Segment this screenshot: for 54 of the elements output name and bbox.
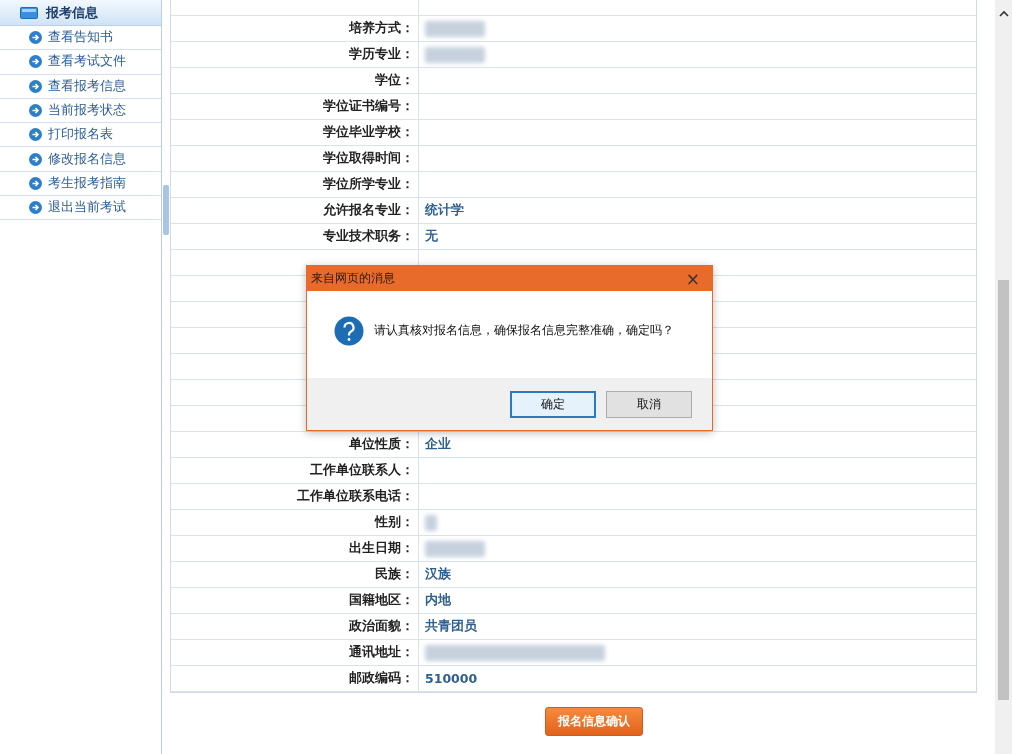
field-value: 内地: [425, 592, 451, 609]
field-label: 学历专业：: [349, 46, 414, 63]
sidebar-item[interactable]: 考生报考指南: [0, 171, 161, 197]
sidebar-item[interactable]: 修改报名信息: [0, 147, 161, 172]
splitter-handle[interactable]: [163, 185, 169, 235]
arrow-circle-icon: [29, 128, 42, 142]
arrow-circle-icon: [29, 201, 42, 215]
field-value: 无: [425, 228, 438, 245]
field-value: 共青团员: [425, 618, 477, 635]
field-label: 单位性质：: [349, 436, 414, 453]
question-icon: [334, 315, 364, 346]
sidebar-title: 报考信息: [46, 3, 98, 22]
sidebar-item[interactable]: 查看考试文件: [0, 50, 161, 75]
sidebar-item[interactable]: 查看报考信息: [0, 74, 161, 99]
field-label: 工作单位联系电话：: [297, 488, 414, 505]
arrow-circle-icon: [29, 79, 42, 93]
envelope-icon: [20, 6, 38, 19]
scrollbar-thumb[interactable]: [998, 280, 1009, 700]
close-button[interactable]: ×: [673, 268, 712, 289]
field-label: 民族：: [375, 566, 414, 583]
field-label: 允许报名专业：: [323, 202, 414, 219]
field-label: 政治面貌：: [349, 618, 414, 635]
arrow-circle-icon: [29, 152, 42, 166]
field-label: 学位所学专业：: [323, 176, 414, 193]
dialog-title: 来自网页的消息: [311, 270, 395, 287]
dialog-button[interactable]: 确定: [510, 390, 596, 418]
arrow-circle-icon: [29, 31, 42, 45]
field-value: 汉族: [425, 566, 451, 583]
field-label: 学位取得时间：: [323, 150, 414, 167]
field-label: 培养方式：: [349, 20, 414, 37]
field-label: 学位毕业学校：: [323, 124, 414, 141]
field-value: 企业: [425, 436, 451, 453]
field-label: 国籍地区：: [349, 592, 414, 609]
field-label: 邮政编码：: [349, 670, 414, 687]
sidebar-item[interactable]: 当前报考状态: [0, 98, 161, 124]
sidebar-item[interactable]: 查看告知书: [0, 26, 161, 51]
arrow-circle-icon: [29, 176, 42, 190]
chevron-up-icon[interactable]: [999, 10, 1009, 18]
field-label: 工作单位联系人：: [310, 462, 414, 479]
field-label: 专业技术职务：: [323, 228, 414, 245]
field-label: 性别：: [375, 514, 414, 531]
arrow-circle-icon: [29, 104, 42, 118]
field-label: 通讯地址：: [349, 644, 414, 661]
scrollbar[interactable]: [995, 0, 1012, 754]
field-label: 学位证书编号：: [323, 98, 414, 115]
arrow-circle-icon: [29, 55, 42, 69]
dialog-button[interactable]: 取消: [606, 390, 692, 418]
field-label: 学位：: [375, 72, 414, 89]
sidebar-item[interactable]: 打印报名表: [0, 123, 161, 148]
sidebar-item[interactable]: 退出当前考试: [0, 196, 161, 221]
field-label: 出生日期：: [349, 540, 414, 557]
dialog-message: 请认真核对报名信息，确保报名信息完整准确，确定吗？: [374, 322, 674, 339]
field-value: 统计学: [425, 202, 464, 219]
field-value: 510000: [425, 671, 478, 686]
